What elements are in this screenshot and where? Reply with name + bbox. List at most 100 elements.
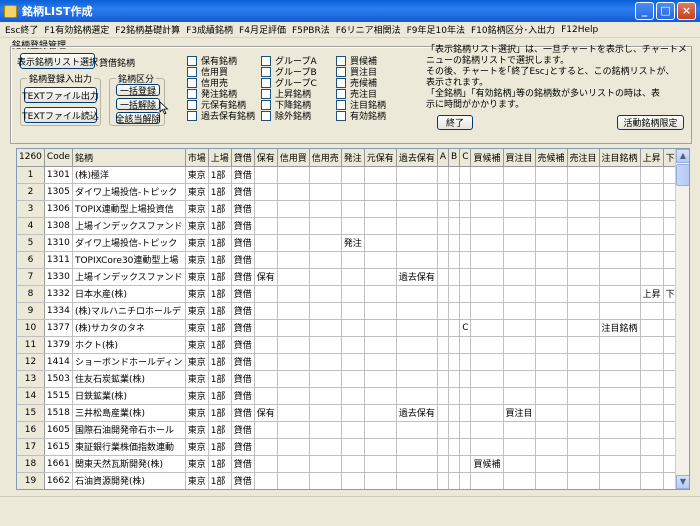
table-cell[interactable] <box>599 234 641 252</box>
table-cell[interactable] <box>448 370 461 388</box>
table-cell[interactable] <box>503 183 536 201</box>
table-cell[interactable] <box>364 251 397 269</box>
table-cell[interactable]: 貸借 <box>231 166 255 184</box>
table-cell[interactable] <box>640 234 664 252</box>
table-cell[interactable] <box>396 251 438 269</box>
table-cell[interactable] <box>254 387 278 405</box>
table-cell[interactable] <box>254 302 278 320</box>
table-cell[interactable]: 東京 <box>185 302 209 320</box>
table-cell[interactable]: 東京 <box>185 234 209 252</box>
table-cell[interactable]: 買候補 <box>470 455 504 473</box>
table-cell[interactable] <box>437 302 450 320</box>
table-cell[interactable] <box>277 166 310 184</box>
checkbox-box[interactable] <box>336 110 346 121</box>
table-cell[interactable] <box>437 421 450 439</box>
table-cell[interactable]: 貸借 <box>231 200 255 218</box>
table-cell[interactable] <box>535 217 568 235</box>
table-cell[interactable] <box>277 455 310 473</box>
table-cell[interactable] <box>567 370 600 388</box>
table-cell[interactable]: 貸借 <box>231 370 255 388</box>
table-cell[interactable] <box>309 336 342 354</box>
table-cell[interactable] <box>309 353 342 371</box>
table-row[interactable]: 11301(株)極洋東京1部貸借活動 <box>17 166 689 184</box>
table-cell[interactable]: TOPIXCore30連動型上場 <box>72 251 186 269</box>
table-cell[interactable] <box>459 302 472 320</box>
table-cell[interactable] <box>364 285 397 303</box>
table-cell[interactable] <box>254 455 278 473</box>
table-cell[interactable] <box>364 387 397 405</box>
table-cell[interactable] <box>309 200 342 218</box>
table-cell[interactable] <box>254 472 278 489</box>
table-cell[interactable] <box>364 353 397 371</box>
table-cell[interactable] <box>599 251 641 269</box>
table-cell[interactable] <box>599 455 641 473</box>
table-cell[interactable] <box>459 472 472 489</box>
table-cell[interactable] <box>437 387 450 405</box>
table-cell[interactable] <box>459 370 472 388</box>
table-cell[interactable]: (株)サカタのタネ <box>72 319 186 337</box>
table-cell[interactable] <box>364 200 397 218</box>
table-cell[interactable] <box>640 387 664 405</box>
table-cell[interactable] <box>470 353 504 371</box>
table-cell[interactable] <box>341 183 365 201</box>
table-cell[interactable]: 1部 <box>208 438 232 456</box>
table-cell[interactable] <box>640 404 664 422</box>
table-cell[interactable] <box>503 285 536 303</box>
table-row[interactable]: 181661関東天然瓦斯開発(株)東京1部貸借買候補活動 <box>17 455 689 473</box>
table-cell[interactable] <box>599 183 641 201</box>
table-cell[interactable] <box>364 183 397 201</box>
table-row[interactable]: 91334(株)マルハニチロホールデ東京1部貸借活動 <box>17 302 689 320</box>
table-cell[interactable] <box>277 268 310 286</box>
table-cell[interactable] <box>364 234 397 252</box>
menu-f6-linear[interactable]: F6リニア相関法 <box>333 23 404 36</box>
table-row[interactable]: 81332日本水産(株)東京1部貸借上昇下降活動 <box>17 285 689 303</box>
table-cell[interactable]: ダイワ上場投信-トピック <box>72 183 186 201</box>
table-cell[interactable]: 東京 <box>185 166 209 184</box>
table-cell[interactable] <box>535 455 568 473</box>
table-cell[interactable] <box>364 217 397 235</box>
table-cell[interactable] <box>599 217 641 235</box>
table-cell[interactable] <box>341 268 365 286</box>
checkbox-box[interactable] <box>187 55 197 66</box>
table-cell[interactable] <box>459 455 472 473</box>
table-cell[interactable]: 1518 <box>44 404 73 422</box>
checkbox-past-holding[interactable]: 過去保有銘柄 <box>187 109 255 122</box>
table-cell[interactable] <box>535 336 568 354</box>
column-header[interactable]: 発注 <box>341 149 365 167</box>
table-cell[interactable]: 貸借 <box>231 302 255 320</box>
column-header[interactable]: 銘柄 <box>72 149 186 167</box>
table-row[interactable]: 171615東証銀行業株価指数連動東京1部貸借活動 <box>17 438 689 456</box>
column-header[interactable]: 買注目 <box>503 149 536 167</box>
table-cell[interactable]: 1310 <box>44 234 73 252</box>
table-cell[interactable]: 1305 <box>44 183 73 201</box>
table-cell[interactable]: 関東天然瓦斯開発(株) <box>72 455 186 473</box>
table-cell[interactable] <box>503 353 536 371</box>
table-cell[interactable]: 1311 <box>44 251 73 269</box>
table-cell[interactable] <box>567 251 600 269</box>
checkbox-box[interactable] <box>187 110 197 121</box>
table-cell[interactable] <box>448 455 461 473</box>
table-cell[interactable] <box>437 370 450 388</box>
table-cell[interactable]: 1部 <box>208 302 232 320</box>
table-cell[interactable] <box>470 438 504 456</box>
table-cell[interactable] <box>341 370 365 388</box>
table-cell[interactable]: 貸借 <box>231 455 255 473</box>
table-cell[interactable]: 上場インデックスファンド <box>72 268 186 286</box>
table-cell[interactable] <box>470 268 504 286</box>
table-cell[interactable]: 東京 <box>185 200 209 218</box>
table-cell[interactable]: 貸借 <box>231 251 255 269</box>
checkbox-box[interactable] <box>261 110 271 121</box>
checkbox-box[interactable] <box>261 55 271 66</box>
checkbox-box[interactable] <box>336 88 346 99</box>
table-cell[interactable] <box>277 387 310 405</box>
scroll-up-icon[interactable]: ▲ <box>676 149 689 163</box>
table-cell[interactable] <box>459 200 472 218</box>
column-header[interactable]: 過去保有 <box>396 149 438 167</box>
table-cell[interactable] <box>254 166 278 184</box>
table-cell[interactable] <box>396 302 438 320</box>
table-cell[interactable] <box>364 404 397 422</box>
table-cell[interactable] <box>567 285 600 303</box>
table-cell[interactable] <box>640 319 664 337</box>
table-cell[interactable] <box>448 472 461 489</box>
table-cell[interactable]: 貸借 <box>231 438 255 456</box>
